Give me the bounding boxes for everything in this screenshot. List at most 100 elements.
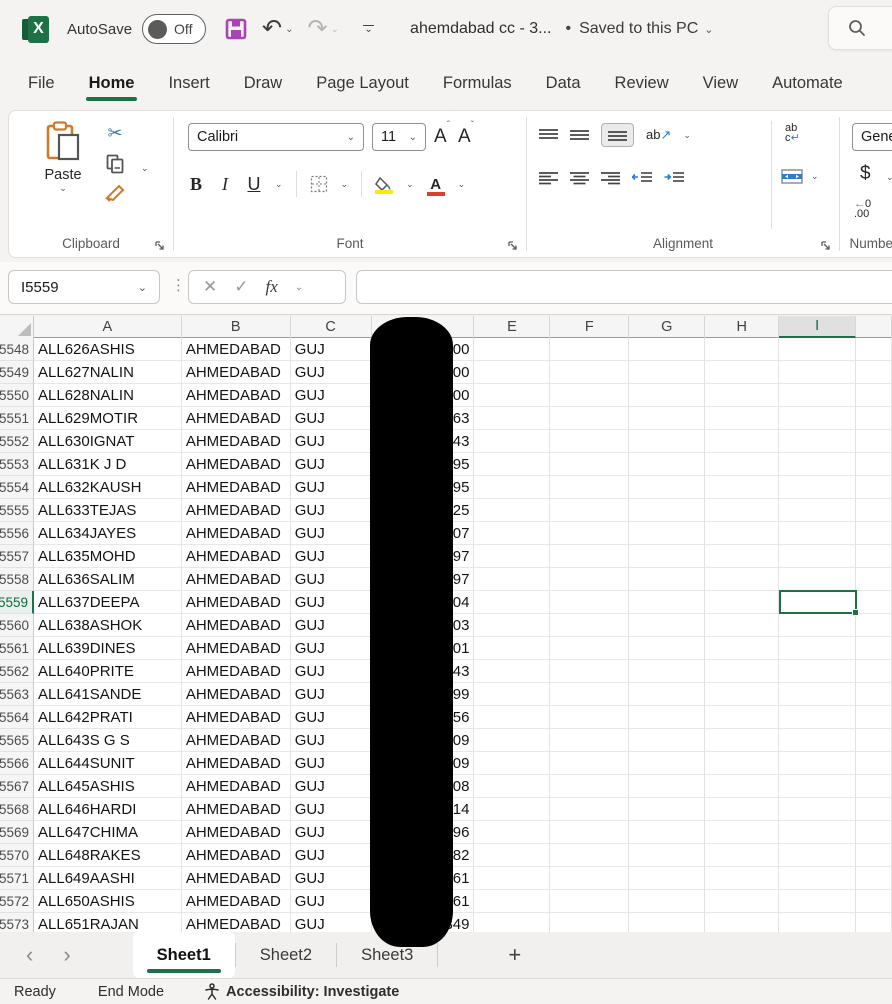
cell[interactable]: [779, 384, 856, 407]
cell[interactable]: [779, 752, 856, 775]
row-header-5570[interactable]: 5570: [0, 844, 34, 867]
cell[interactable]: [474, 453, 550, 476]
save-status[interactable]: • Saved to this PC ⌄: [565, 20, 713, 38]
cell[interactable]: [856, 821, 892, 844]
cell[interactable]: [856, 913, 892, 932]
cell[interactable]: [705, 752, 779, 775]
formula-input[interactable]: [356, 270, 892, 304]
row-header-5565[interactable]: 5565: [0, 729, 34, 752]
cell[interactable]: ALL637DEEPA: [34, 591, 182, 614]
cell[interactable]: [550, 338, 629, 361]
cell[interactable]: [779, 844, 856, 867]
cell[interactable]: [550, 867, 629, 890]
column-header-c[interactable]: C: [291, 316, 372, 338]
cell[interactable]: AHMEDABAD: [182, 913, 291, 932]
cell[interactable]: GUJ: [291, 729, 372, 752]
fill-color-dropdown[interactable]: ⌄: [406, 179, 414, 190]
cell[interactable]: [474, 775, 550, 798]
cell[interactable]: [550, 637, 629, 660]
cell[interactable]: [550, 890, 629, 913]
cell[interactable]: [705, 338, 779, 361]
cell[interactable]: ALL648RAKES: [34, 844, 182, 867]
cell[interactable]: [629, 338, 705, 361]
cell[interactable]: [779, 430, 856, 453]
cell[interactable]: AHMEDABAD: [182, 453, 291, 476]
cell[interactable]: ALL628NALIN: [34, 384, 182, 407]
column-header-b[interactable]: B: [182, 316, 291, 338]
accessibility-status[interactable]: Accessibility: Investigate: [204, 983, 399, 1000]
cell[interactable]: [629, 499, 705, 522]
cell[interactable]: GUJ: [291, 683, 372, 706]
row-header-5573[interactable]: 5573: [0, 913, 34, 932]
cell[interactable]: [474, 729, 550, 752]
row-header-5555[interactable]: 5555: [0, 499, 34, 522]
cell[interactable]: [856, 522, 892, 545]
cell[interactable]: GUJ: [291, 752, 372, 775]
cell[interactable]: [779, 407, 856, 430]
tab-insert[interactable]: Insert: [168, 64, 209, 105]
cell[interactable]: [705, 683, 779, 706]
cell[interactable]: [779, 706, 856, 729]
align-bottom-button[interactable]: [601, 123, 634, 147]
cancel-button[interactable]: ✕: [203, 277, 217, 297]
cell[interactable]: [629, 798, 705, 821]
cell[interactable]: GUJ: [291, 913, 372, 932]
cell[interactable]: [474, 384, 550, 407]
cell[interactable]: AHMEDABAD: [182, 338, 291, 361]
sheet-tab-sheet1[interactable]: Sheet1: [133, 932, 235, 978]
cell[interactable]: ALL631K J D: [34, 453, 182, 476]
row-header-5563[interactable]: 5563: [0, 683, 34, 706]
cell[interactable]: ALL634JAYES: [34, 522, 182, 545]
cell[interactable]: [550, 821, 629, 844]
search-button[interactable]: [828, 6, 892, 50]
cell[interactable]: GUJ: [291, 545, 372, 568]
cell[interactable]: [550, 407, 629, 430]
cell[interactable]: [474, 407, 550, 430]
row-header-5556[interactable]: 5556: [0, 522, 34, 545]
cell[interactable]: [705, 798, 779, 821]
cell[interactable]: ALL642PRATI: [34, 706, 182, 729]
cell[interactable]: [856, 568, 892, 591]
active-cell-selection[interactable]: [779, 590, 857, 614]
cell[interactable]: [779, 867, 856, 890]
cell[interactable]: AHMEDABAD: [182, 430, 291, 453]
cell[interactable]: [550, 775, 629, 798]
row-header-5566[interactable]: 5566: [0, 752, 34, 775]
cell[interactable]: [474, 591, 550, 614]
cell[interactable]: [550, 361, 629, 384]
cell[interactable]: AHMEDABAD: [182, 499, 291, 522]
cell[interactable]: [856, 614, 892, 637]
column-header-f[interactable]: F: [550, 316, 629, 338]
cell[interactable]: GUJ: [291, 706, 372, 729]
cell[interactable]: GUJ: [291, 821, 372, 844]
align-left-button[interactable]: [539, 171, 558, 185]
cell[interactable]: ALL645ASHIS: [34, 775, 182, 798]
cell[interactable]: [856, 798, 892, 821]
row-header-5551[interactable]: 5551: [0, 407, 34, 430]
cell[interactable]: [856, 867, 892, 890]
font-name-select[interactable]: Calibri⌄: [188, 123, 364, 151]
row-header-5553[interactable]: 5553: [0, 453, 34, 476]
font-size-select[interactable]: 11⌄: [372, 123, 426, 151]
cell[interactable]: [856, 545, 892, 568]
cell[interactable]: [629, 453, 705, 476]
column-header-i[interactable]: I: [779, 316, 856, 338]
alignment-dialog-launcher[interactable]: [820, 240, 831, 251]
cell[interactable]: [705, 361, 779, 384]
cell[interactable]: [779, 361, 856, 384]
paste-button[interactable]: Paste ⌄: [35, 121, 91, 194]
row-header-5558[interactable]: 5558: [0, 568, 34, 591]
cell[interactable]: [705, 568, 779, 591]
row-header-5562[interactable]: 5562: [0, 660, 34, 683]
cell[interactable]: [629, 407, 705, 430]
cell[interactable]: ALL633TEJAS: [34, 499, 182, 522]
cell[interactable]: ALL649AASHI: [34, 867, 182, 890]
cell[interactable]: AHMEDABAD: [182, 706, 291, 729]
cell[interactable]: [550, 545, 629, 568]
row-header-5560[interactable]: 5560: [0, 614, 34, 637]
cell[interactable]: [779, 499, 856, 522]
row-header-5564[interactable]: 5564: [0, 706, 34, 729]
row-header-5571[interactable]: 5571: [0, 867, 34, 890]
cell[interactable]: [779, 568, 856, 591]
cell[interactable]: [856, 637, 892, 660]
